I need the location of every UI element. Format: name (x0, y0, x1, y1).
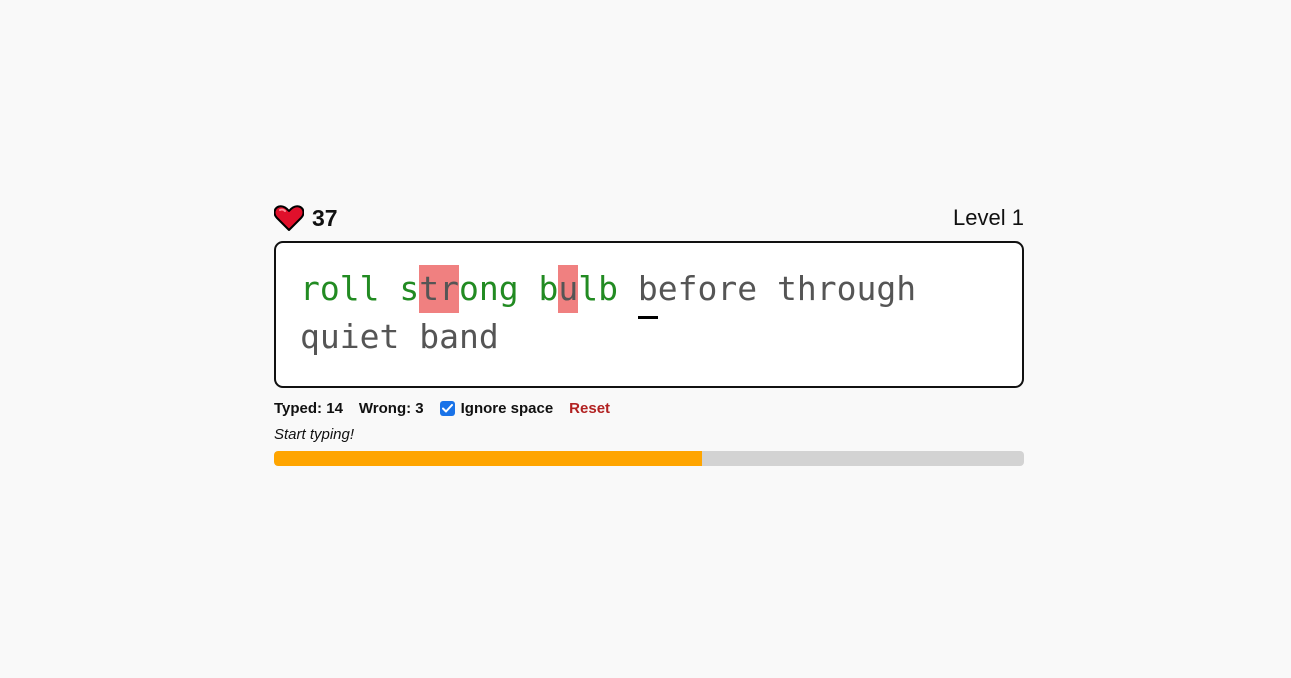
heart-icon (274, 205, 304, 231)
char-pending: n (459, 317, 479, 356)
char-pending: f (677, 269, 698, 308)
char-pending: a (439, 317, 459, 356)
char-pending: r (717, 269, 738, 308)
lives-value: 37 (312, 204, 338, 231)
word: band (419, 313, 499, 361)
char-cursor: b (637, 265, 658, 319)
char-pending: g (876, 269, 897, 308)
word-space (399, 313, 419, 361)
char-pending: e (737, 269, 758, 308)
char-correct: b (538, 269, 559, 308)
word: quiet (300, 313, 399, 361)
char-pending: d (478, 317, 499, 356)
word: bulb (538, 265, 618, 313)
char-correct: l (578, 269, 599, 308)
checkmark-icon (441, 403, 453, 412)
char-correct: l (339, 269, 360, 308)
stats-bar: Typed: 14 Wrong: 3 Ignore space Reset (274, 397, 1024, 419)
lives-counter: 37 (274, 205, 338, 232)
char-correct: n (478, 269, 499, 308)
char-wrong: t (419, 265, 440, 313)
char-pending: t (379, 317, 400, 356)
word-space (618, 265, 638, 313)
top-bar: 37 Level 1 (274, 201, 1024, 235)
typed-count: Typed: 14 (274, 399, 343, 417)
char-pending: u (856, 269, 877, 308)
char-pending: e (359, 317, 380, 356)
char-wrong: u (558, 265, 579, 313)
ignore-space-label: Ignore space (460, 399, 554, 417)
char-pending: o (697, 269, 718, 308)
char-pending: r (816, 269, 837, 308)
word: roll (300, 265, 380, 313)
char-correct: g (498, 269, 519, 308)
char-correct: b (598, 269, 618, 308)
char-pending: o (836, 269, 857, 308)
word: before (637, 265, 758, 319)
progress-fill (274, 451, 702, 466)
reset-button[interactable]: Reset (569, 400, 610, 417)
status-message: Start typing! (274, 426, 355, 443)
word: through (777, 265, 916, 313)
char-pending: b (419, 317, 440, 356)
char-correct: o (459, 269, 479, 308)
word: strong (399, 265, 519, 313)
char-correct: r (300, 269, 320, 308)
char-pending: t (777, 269, 797, 308)
word-space (916, 265, 936, 313)
char-pending: e (657, 269, 678, 308)
progress-bar (274, 451, 1024, 466)
typing-game: 37 Level 1 roll strong bulb before throu… (274, 201, 1024, 466)
char-pending: u (319, 317, 340, 356)
ignore-space-checkbox[interactable] (439, 400, 455, 416)
wrong-count: Wrong: 3 (358, 399, 424, 417)
char-correct: l (359, 269, 380, 308)
word-space (757, 265, 777, 313)
char-pending: h (796, 269, 817, 308)
char-pending: i (339, 317, 360, 356)
level-label: Level 1 (953, 205, 1024, 230)
word-space (380, 265, 400, 313)
char-correct: s (399, 269, 420, 308)
char-pending: q (300, 317, 320, 356)
char-correct: o (319, 269, 340, 308)
char-wrong: r (439, 265, 459, 313)
word-space (519, 265, 539, 313)
ignore-space-toggle[interactable]: Ignore space (439, 399, 554, 417)
typing-text-box[interactable]: roll strong bulb before through quiet ba… (274, 241, 1024, 388)
char-pending: h (896, 269, 917, 308)
